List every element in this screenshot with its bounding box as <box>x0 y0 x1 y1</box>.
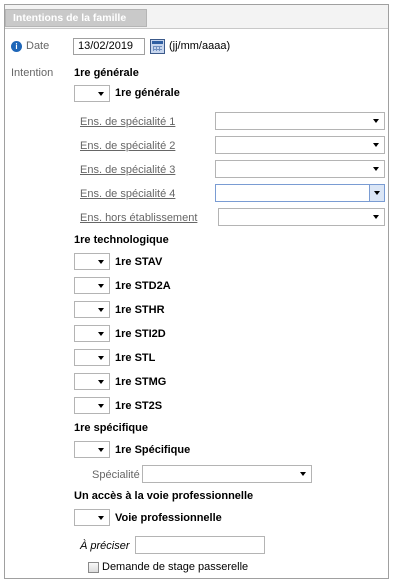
specifique-section-title: 1re spécifique <box>74 422 148 434</box>
specifique-select[interactable] <box>74 441 110 458</box>
specialite-label: Spécialité <box>92 469 140 481</box>
technologique-section-title: 1re technologique <box>74 234 169 246</box>
specifique-option-label: 1re Spécifique <box>115 444 191 456</box>
stl-label: 1re STL <box>115 352 156 364</box>
chevron-down-icon <box>98 92 104 96</box>
st2s-label: 1re ST2S <box>115 400 163 412</box>
passerelle-label: Demande de stage passerelle <box>102 561 249 573</box>
chevron-down-icon <box>374 191 380 195</box>
info-icon[interactable]: i <box>11 41 22 52</box>
date-format-hint: (jj/mm/aaaa) <box>169 40 231 52</box>
intention-label: Intention <box>11 67 54 79</box>
chevron-down-icon <box>98 284 104 288</box>
section-title: Intentions de la famille <box>5 9 147 27</box>
specialite-4-select[interactable] <box>215 184 385 202</box>
chevron-down-icon <box>373 167 379 171</box>
stav-label: 1re STAV <box>115 256 163 268</box>
stmg-label: 1re STMG <box>115 376 167 388</box>
st2s-select[interactable] <box>74 397 110 414</box>
hors-etablissement-label: Ens. hors établissement <box>80 212 198 224</box>
specialite-1-label: Ens. de spécialité 1 <box>80 116 176 128</box>
sti2d-label: 1re STI2D <box>115 328 166 340</box>
chevron-down-icon <box>98 516 104 520</box>
chevron-down-icon <box>373 119 379 123</box>
specialite-1-select[interactable] <box>215 112 385 130</box>
hors-etablissement-select[interactable] <box>218 208 385 226</box>
preciser-input[interactable] <box>135 536 265 554</box>
sti2d-select[interactable] <box>74 325 110 342</box>
chevron-down-icon <box>98 380 104 384</box>
specialite-3-select[interactable] <box>215 160 385 178</box>
passerelle-checkbox[interactable] <box>88 562 99 573</box>
chevron-down-icon <box>98 448 104 452</box>
chevron-down-icon <box>98 404 104 408</box>
dropdown-button[interactable] <box>369 185 384 201</box>
stmg-select[interactable] <box>74 373 110 390</box>
specialite-2-select[interactable] <box>215 136 385 154</box>
std2a-select[interactable] <box>74 277 110 294</box>
specialite-select[interactable] <box>142 465 312 483</box>
generale-select[interactable] <box>74 85 110 102</box>
chevron-down-icon <box>373 215 379 219</box>
pro-section-title: Un accès à la voie professionnelle <box>74 490 254 502</box>
chevron-down-icon <box>373 143 379 147</box>
generale-option-label: 1re générale <box>115 87 180 99</box>
specialite-3-label: Ens. de spécialité 3 <box>80 164 176 176</box>
sthr-label: 1re STHR <box>115 304 165 316</box>
chevron-down-icon <box>98 356 104 360</box>
date-label: Date <box>26 40 50 52</box>
chevron-down-icon <box>98 332 104 336</box>
stl-select[interactable] <box>74 349 110 366</box>
chevron-down-icon <box>98 260 104 264</box>
chevron-down-icon <box>98 308 104 312</box>
pro-option-label: Voie professionnelle <box>115 512 222 524</box>
specialite-4-label: Ens. de spécialité 4 <box>80 188 176 200</box>
chevron-down-icon <box>300 472 306 476</box>
sthr-select[interactable] <box>74 301 110 318</box>
specialite-2-label: Ens. de spécialité 2 <box>80 140 176 152</box>
calendar-icon[interactable] <box>150 39 165 54</box>
stav-select[interactable] <box>74 253 110 270</box>
preciser-label: À préciser <box>80 540 130 552</box>
pro-select[interactable] <box>74 509 110 526</box>
generale-section-title: 1re générale <box>74 67 139 79</box>
header-divider <box>5 28 388 29</box>
std2a-label: 1re STD2A <box>115 280 171 292</box>
date-input[interactable]: 13/02/2019 <box>73 38 145 55</box>
